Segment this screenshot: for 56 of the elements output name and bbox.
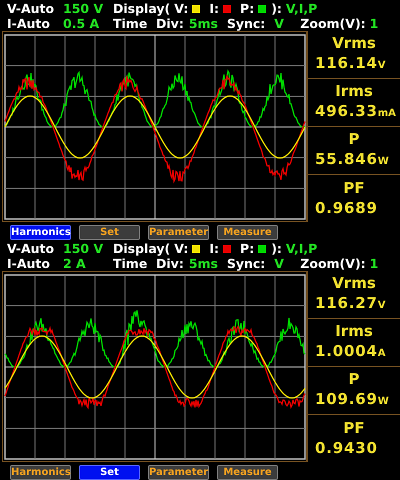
reading-label: Irms bbox=[335, 322, 373, 340]
time-div-value: 5ms bbox=[188, 17, 219, 31]
legend-label: I: bbox=[209, 242, 220, 256]
range-value: 0.5 A bbox=[63, 17, 100, 31]
time-div-label: Time Div: bbox=[113, 257, 184, 271]
display-label: Display( bbox=[113, 242, 170, 256]
legend-label: V: bbox=[174, 242, 188, 256]
softkey-button[interactable]: Set bbox=[79, 225, 140, 240]
range-label: I-Auto bbox=[7, 17, 51, 31]
sync-value: V bbox=[274, 257, 285, 271]
reading-label: PF bbox=[343, 420, 365, 437]
softkey-button[interactable]: Parameter bbox=[148, 225, 209, 240]
legend-label: I: bbox=[209, 2, 220, 16]
range-value: 150 V bbox=[63, 2, 104, 16]
softkey-button[interactable]: Parameter bbox=[148, 465, 209, 480]
reading-label: Vrms bbox=[332, 274, 376, 292]
reading-value: 109.69W bbox=[314, 390, 389, 410]
zoom-label: Zoom(V): bbox=[300, 17, 366, 31]
reading-value: 116.14V bbox=[314, 54, 386, 74]
time-div-label: Time Div: bbox=[113, 17, 184, 31]
reading-value: 496.33 mA bbox=[314, 102, 396, 122]
reading-value: 55.846W bbox=[314, 150, 389, 170]
time-div-value: 5ms bbox=[188, 257, 219, 271]
range-value: 150 V bbox=[63, 242, 104, 256]
legend-label: V: bbox=[174, 2, 188, 16]
display-value: V,I,P bbox=[286, 2, 318, 16]
display-value: V,I,P bbox=[286, 242, 318, 256]
reading-label: P bbox=[348, 370, 360, 388]
softkey-button[interactable]: Set bbox=[79, 465, 140, 480]
display-label: Display( bbox=[113, 2, 170, 16]
range-value: 2 A bbox=[63, 257, 87, 271]
reading-value: 116.27V bbox=[314, 294, 386, 314]
range-label: V-Auto bbox=[7, 2, 56, 16]
sync-label: Sync: bbox=[226, 257, 266, 271]
legend-label: P: bbox=[240, 2, 254, 16]
display-label: ): bbox=[271, 2, 282, 16]
reading-label: Irms bbox=[335, 82, 373, 100]
sync-label: Sync: bbox=[226, 17, 266, 31]
softkey-button[interactable]: Harmonics bbox=[10, 225, 71, 240]
reading-value: 0.9430 bbox=[314, 439, 378, 457]
sync-value: V bbox=[274, 17, 285, 31]
softkey-button[interactable]: Measure bbox=[217, 465, 278, 480]
zoom-value: 1 bbox=[370, 17, 378, 31]
reading-label: P bbox=[348, 130, 360, 148]
reading-label: Vrms bbox=[332, 34, 376, 52]
softkey-button[interactable]: Harmonics bbox=[10, 465, 71, 480]
reading-value: 0.9689 bbox=[314, 199, 378, 217]
reading-label: PF bbox=[343, 180, 365, 197]
zoom-value: 1 bbox=[370, 257, 378, 271]
range-label: I-Auto bbox=[7, 257, 51, 271]
display-label: ): bbox=[271, 242, 282, 256]
zoom-label: Zoom(V): bbox=[300, 257, 366, 271]
softkey-button[interactable]: Measure bbox=[217, 225, 278, 240]
range-label: V-Auto bbox=[7, 242, 56, 256]
legend-label: P: bbox=[240, 242, 254, 256]
reading-value: 1.0004A bbox=[314, 342, 386, 362]
